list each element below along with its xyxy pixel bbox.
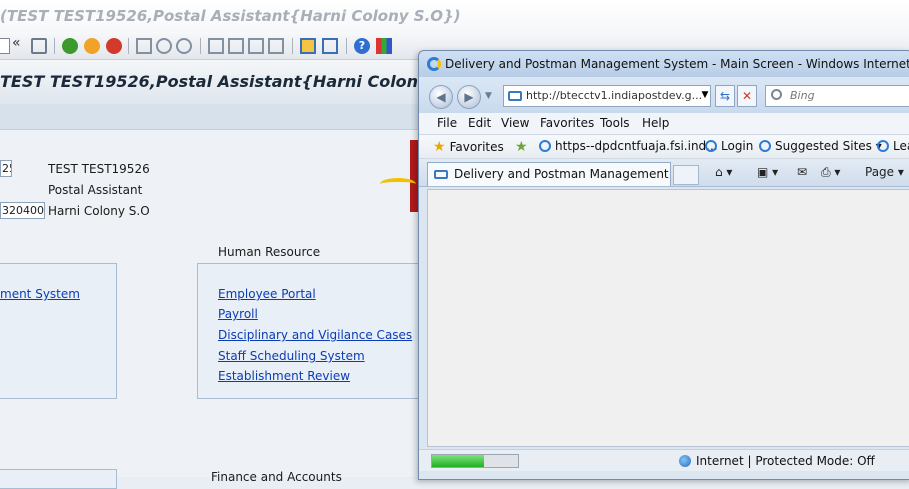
find-icon[interactable] (156, 38, 172, 54)
mail-icon[interactable]: ✉ (797, 165, 807, 179)
print-icon[interactable] (136, 38, 152, 54)
feeds-icon[interactable]: ▣ ▾ (757, 165, 778, 179)
fav-lea-label: Lea (893, 139, 909, 153)
shortcut-icon[interactable] (322, 38, 338, 54)
favorites-bar: ★ Favorites ★ https--dpdcntfuaja.fsi.ind.… (419, 135, 909, 159)
ie-page-content (427, 189, 909, 447)
add-favorite-icon[interactable]: ★ (515, 139, 532, 155)
exit-icon[interactable] (84, 38, 100, 54)
fav-dpdcnt-link[interactable]: https--dpdcntfuaja.fsi.ind... (539, 139, 718, 153)
separator (292, 38, 293, 54)
print-icon[interactable]: ⎙ ▾ (821, 165, 840, 180)
progress-fill (432, 455, 484, 467)
zone-status-label: Internet | Protected Mode: Off (696, 454, 875, 468)
management-system-link[interactable]: ment System (0, 287, 80, 301)
separator (54, 38, 55, 54)
forward-button[interactable]: ▶ (457, 85, 481, 109)
globe-icon (679, 455, 691, 467)
fav-lea-link[interactable]: Lea (877, 139, 909, 153)
ie-page-icon (705, 140, 717, 152)
user-id-field[interactable]: 25 (0, 160, 12, 177)
separator (346, 38, 347, 54)
cancel-icon[interactable] (106, 38, 122, 54)
staff-scheduling-link[interactable]: Staff Scheduling System (218, 349, 365, 363)
menu-file[interactable]: File (437, 116, 457, 130)
back-icon[interactable] (62, 38, 78, 54)
separator (128, 38, 129, 54)
menu-view[interactable]: View (501, 116, 529, 130)
hr-group-title: Human Resource (218, 245, 321, 259)
next-page-icon[interactable] (248, 38, 264, 54)
user-role: Postal Assistant (48, 183, 143, 197)
lower-left-group-box (0, 469, 117, 489)
ie-navigation-bar: ◀ ▶ ▼ http://btecctv1.indiapostdev.g... … (419, 77, 909, 113)
disciplinary-link[interactable]: Disciplinary and Vigilance Cases (218, 328, 412, 342)
ie-menu-bar: File Edit View Favorites Tools Help (419, 113, 909, 135)
payroll-link[interactable]: Payroll (218, 307, 258, 321)
employee-portal-link[interactable]: Employee Portal (218, 287, 316, 301)
find-next-icon[interactable] (176, 38, 192, 54)
address-bar[interactable]: http://btecctv1.indiapostdev.g... (503, 85, 711, 107)
suggested-sites-label: Suggested Sites ▾ (775, 139, 882, 153)
create-session-icon[interactable] (300, 38, 316, 54)
fav-login-link[interactable]: Login (705, 139, 753, 153)
layout-menu-icon[interactable] (376, 38, 392, 54)
star-icon: ★ (433, 139, 446, 155)
favorites-button[interactable]: ★ Favorites (433, 139, 504, 155)
page-menu[interactable]: Page ▾ (865, 165, 904, 179)
ie-window: Delivery and Postman Management System -… (418, 50, 909, 480)
ie-page-icon (877, 140, 889, 152)
menu-help[interactable]: Help (642, 116, 669, 130)
establishment-review-link[interactable]: Establishment Review (218, 369, 350, 383)
menu-edit[interactable]: Edit (468, 116, 491, 130)
status-bar: Internet | Protected Mode: Off (419, 449, 909, 471)
ie-title-bar: Delivery and Postman Management System -… (419, 51, 909, 77)
address-dropdown-icon[interactable]: ▼ (695, 85, 715, 107)
stop-icon[interactable]: ✕ (737, 85, 757, 107)
back-button[interactable]: ◀ (429, 85, 453, 109)
loading-progress-bar (431, 454, 519, 468)
ie-page-icon (539, 140, 551, 152)
first-page-icon[interactable] (208, 38, 224, 54)
home-icon[interactable]: ⌂ ▾ (715, 165, 732, 179)
logo-swoosh (380, 178, 416, 190)
zone-status: Internet | Protected Mode: Off (679, 454, 875, 468)
previous-page-icon[interactable] (228, 38, 244, 54)
double-chevron-left-icon[interactable]: « (12, 35, 28, 51)
menu-tools[interactable]: Tools (600, 116, 630, 130)
input-field-icon[interactable] (0, 38, 10, 54)
search-icon (771, 89, 782, 100)
tab-bar: Delivery and Postman Management Syst... … (419, 159, 909, 187)
last-page-icon[interactable] (268, 38, 284, 54)
favorites-label: Favorites (449, 140, 504, 154)
menu-favorites[interactable]: Favorites (540, 116, 594, 130)
finance-group-title: Finance and Accounts (211, 470, 342, 484)
address-url: http://btecctv1.indiapostdev.g... (526, 89, 703, 102)
fav-dpdcnt-label: https--dpdcntfuaja.fsi.ind... (555, 139, 718, 153)
site-icon (508, 91, 522, 101)
ie-logo-icon (427, 57, 441, 71)
refresh-icon[interactable]: ⇆ (715, 85, 735, 107)
search-placeholder: Bing (790, 89, 815, 102)
left-group-box (0, 263, 117, 399)
site-icon (434, 170, 448, 179)
search-box[interactable]: Bing (765, 85, 909, 107)
save-icon[interactable] (31, 38, 47, 54)
tab-delivery-postman[interactable]: Delivery and Postman Management Syst... (427, 162, 671, 186)
fav-login-label: Login (721, 139, 754, 153)
user-name: TEST TEST19526 (48, 162, 150, 176)
recent-pages-dropdown-icon[interactable]: ▼ (485, 91, 492, 101)
new-tab-button[interactable] (673, 165, 699, 185)
help-icon[interactable]: ? (354, 38, 370, 54)
separator (200, 38, 201, 54)
office-code-field[interactable]: 3204000 (0, 202, 45, 219)
tab-label: Delivery and Postman Management Syst... (454, 167, 670, 181)
sap-window-title: (TEST TEST19526,Postal Assistant{Harni C… (0, 0, 909, 32)
suggested-sites-link[interactable]: Suggested Sites ▾ (759, 139, 882, 153)
office-name: Harni Colony S.O (48, 204, 150, 218)
ie-window-title: Delivery and Postman Management System -… (445, 57, 909, 71)
ie-page-icon (759, 140, 771, 152)
